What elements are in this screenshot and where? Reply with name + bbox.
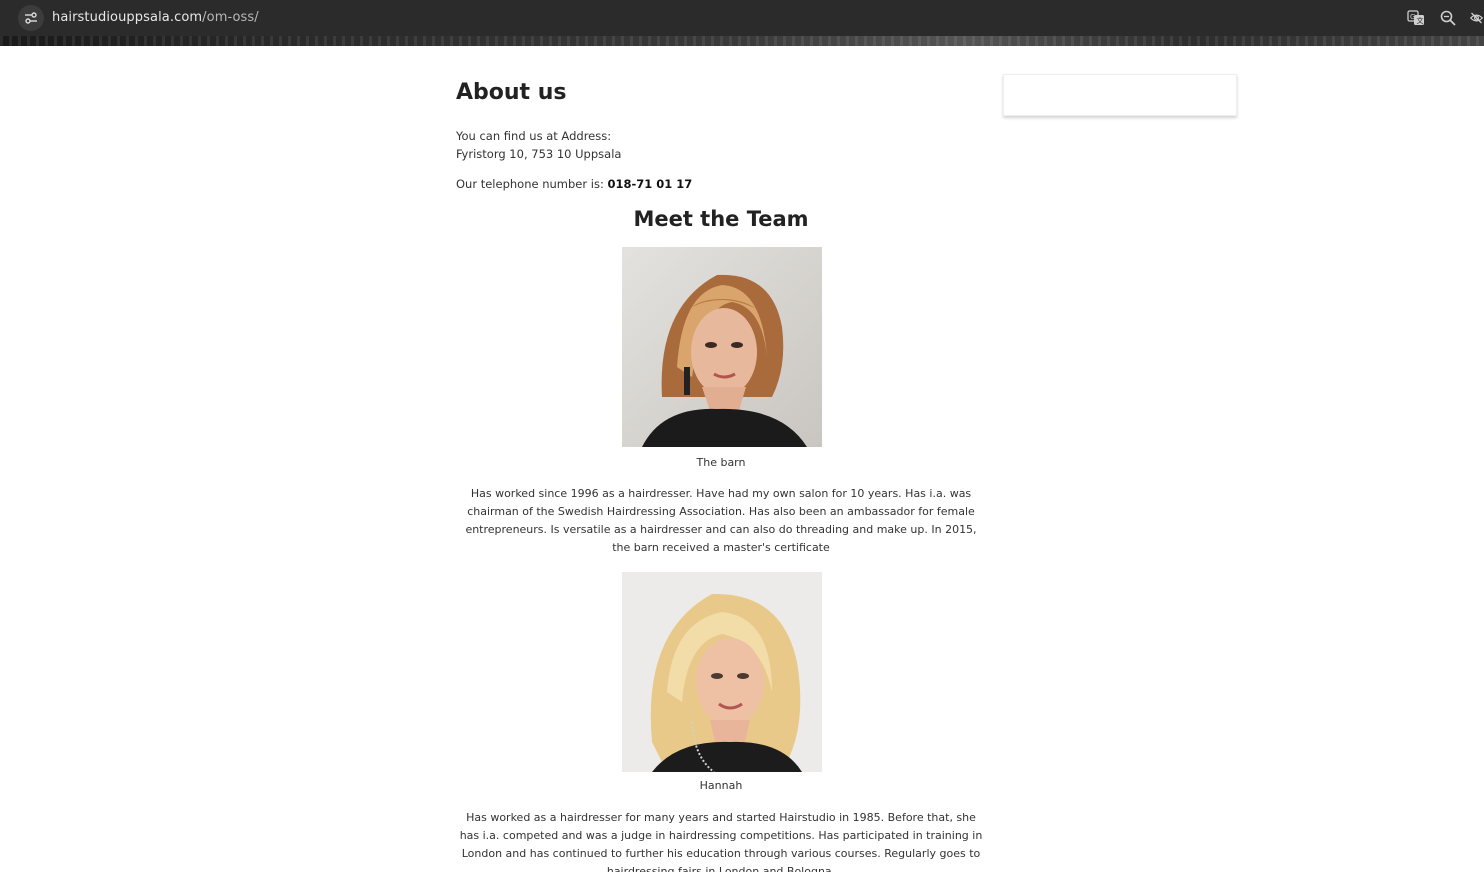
url-path: /om-oss/ [202, 10, 259, 25]
team-member-photo [622, 572, 822, 772]
svg-text:G: G [1410, 13, 1415, 21]
team-member-name: The barn [696, 456, 746, 469]
header-hero-image [0, 36, 1484, 46]
team-member-name: Hannah [699, 779, 743, 792]
phone-label: Our telephone number is: [456, 177, 604, 191]
url-domain: hairstudiouppsala.com [52, 10, 203, 25]
site-info-icon[interactable] [18, 5, 44, 31]
url-field[interactable]: hairstudiouppsala.com/om-oss/ [52, 10, 259, 25]
address-value: Fyristorg 10, 753 10 Uppsala [456, 147, 622, 161]
sidebar-widget [1003, 74, 1237, 116]
page-title: About us [456, 80, 567, 105]
phone-number[interactable]: 018-71 01 17 [607, 177, 692, 191]
team-title: Meet the Team [633, 207, 809, 231]
address-block: You can find us at Address: Fyristorg 10… [456, 127, 621, 163]
zoom-icon[interactable] [1439, 9, 1457, 27]
team-member-photo [622, 247, 822, 447]
svg-text:文: 文 [1417, 16, 1424, 25]
translate-icon[interactable]: G 文 [1407, 9, 1425, 27]
address-label: You can find us at Address: [456, 129, 612, 143]
phone-line: Our telephone number is: 018-71 01 17 [456, 177, 692, 191]
team-member-bio: Has worked since 1996 as a hairdresser. … [465, 487, 977, 554]
team-member-bio: Has worked as a hairdresser for many yea… [459, 811, 983, 872]
browser-address-bar: hairstudiouppsala.com/om-oss/ G 文 [0, 0, 1484, 36]
eye-off-icon[interactable] [1469, 9, 1484, 27]
